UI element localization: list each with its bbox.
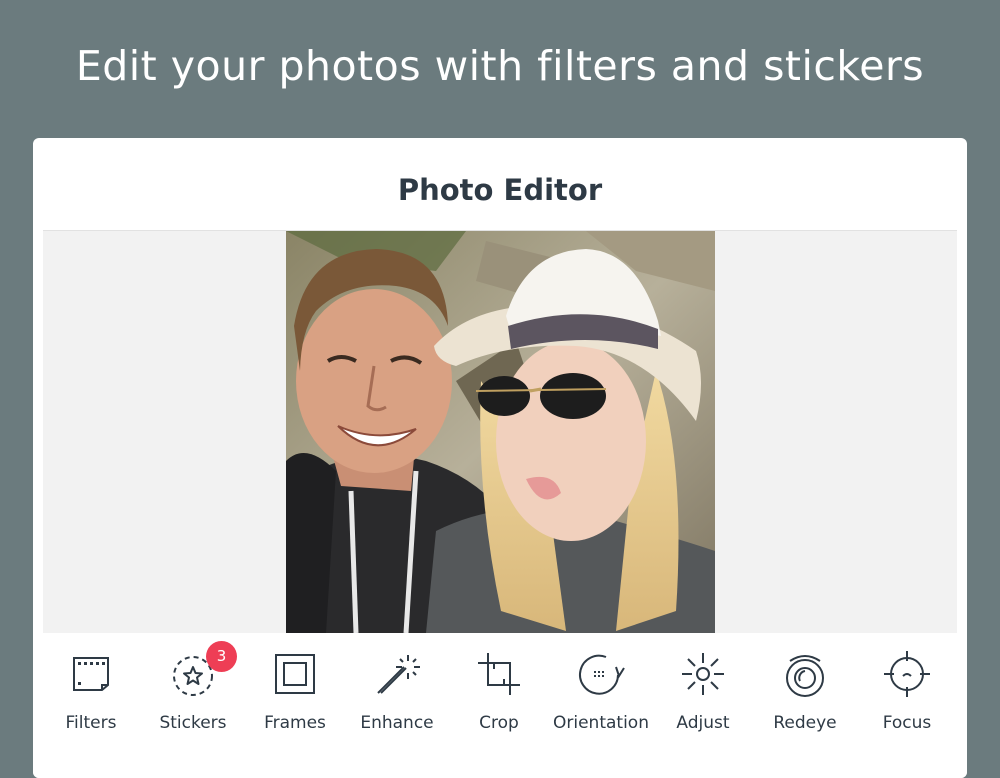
filmstrip-icon bbox=[66, 649, 116, 699]
page-title: Photo Editor bbox=[397, 173, 603, 207]
rotate-icon bbox=[576, 649, 626, 699]
tool-label: Focus bbox=[882, 713, 932, 733]
stickers-count-badge: 3 bbox=[206, 641, 237, 672]
tool-redeye[interactable]: Redeye bbox=[754, 649, 856, 749]
tool-frames[interactable]: Frames bbox=[244, 649, 346, 749]
magic-wand-icon bbox=[372, 649, 422, 699]
sun-icon bbox=[678, 649, 728, 699]
tool-enhance[interactable]: Enhance bbox=[346, 649, 448, 749]
eye-icon bbox=[780, 649, 830, 699]
tool-orientation[interactable]: Orientation bbox=[550, 649, 652, 749]
photo-canvas bbox=[43, 230, 957, 634]
photo-editor-panel: Photo Editor Filters 3 Stickers Frames E… bbox=[33, 138, 967, 778]
tool-crop[interactable]: Crop bbox=[448, 649, 550, 749]
tool-focus[interactable]: Focus bbox=[856, 649, 958, 749]
tool-filters[interactable]: Filters bbox=[40, 649, 142, 749]
frame-icon bbox=[270, 649, 320, 699]
selfie-photo[interactable] bbox=[286, 231, 715, 633]
crosshair-icon bbox=[882, 649, 932, 699]
tool-stickers[interactable]: 3 Stickers bbox=[142, 641, 244, 749]
crop-icon bbox=[474, 649, 524, 699]
tool-bar: Filters 3 Stickers Frames Enhance Crop O… bbox=[33, 633, 967, 778]
tool-adjust[interactable]: Adjust bbox=[652, 649, 754, 749]
headline: Edit your photos with filters and sticke… bbox=[75, 42, 925, 90]
